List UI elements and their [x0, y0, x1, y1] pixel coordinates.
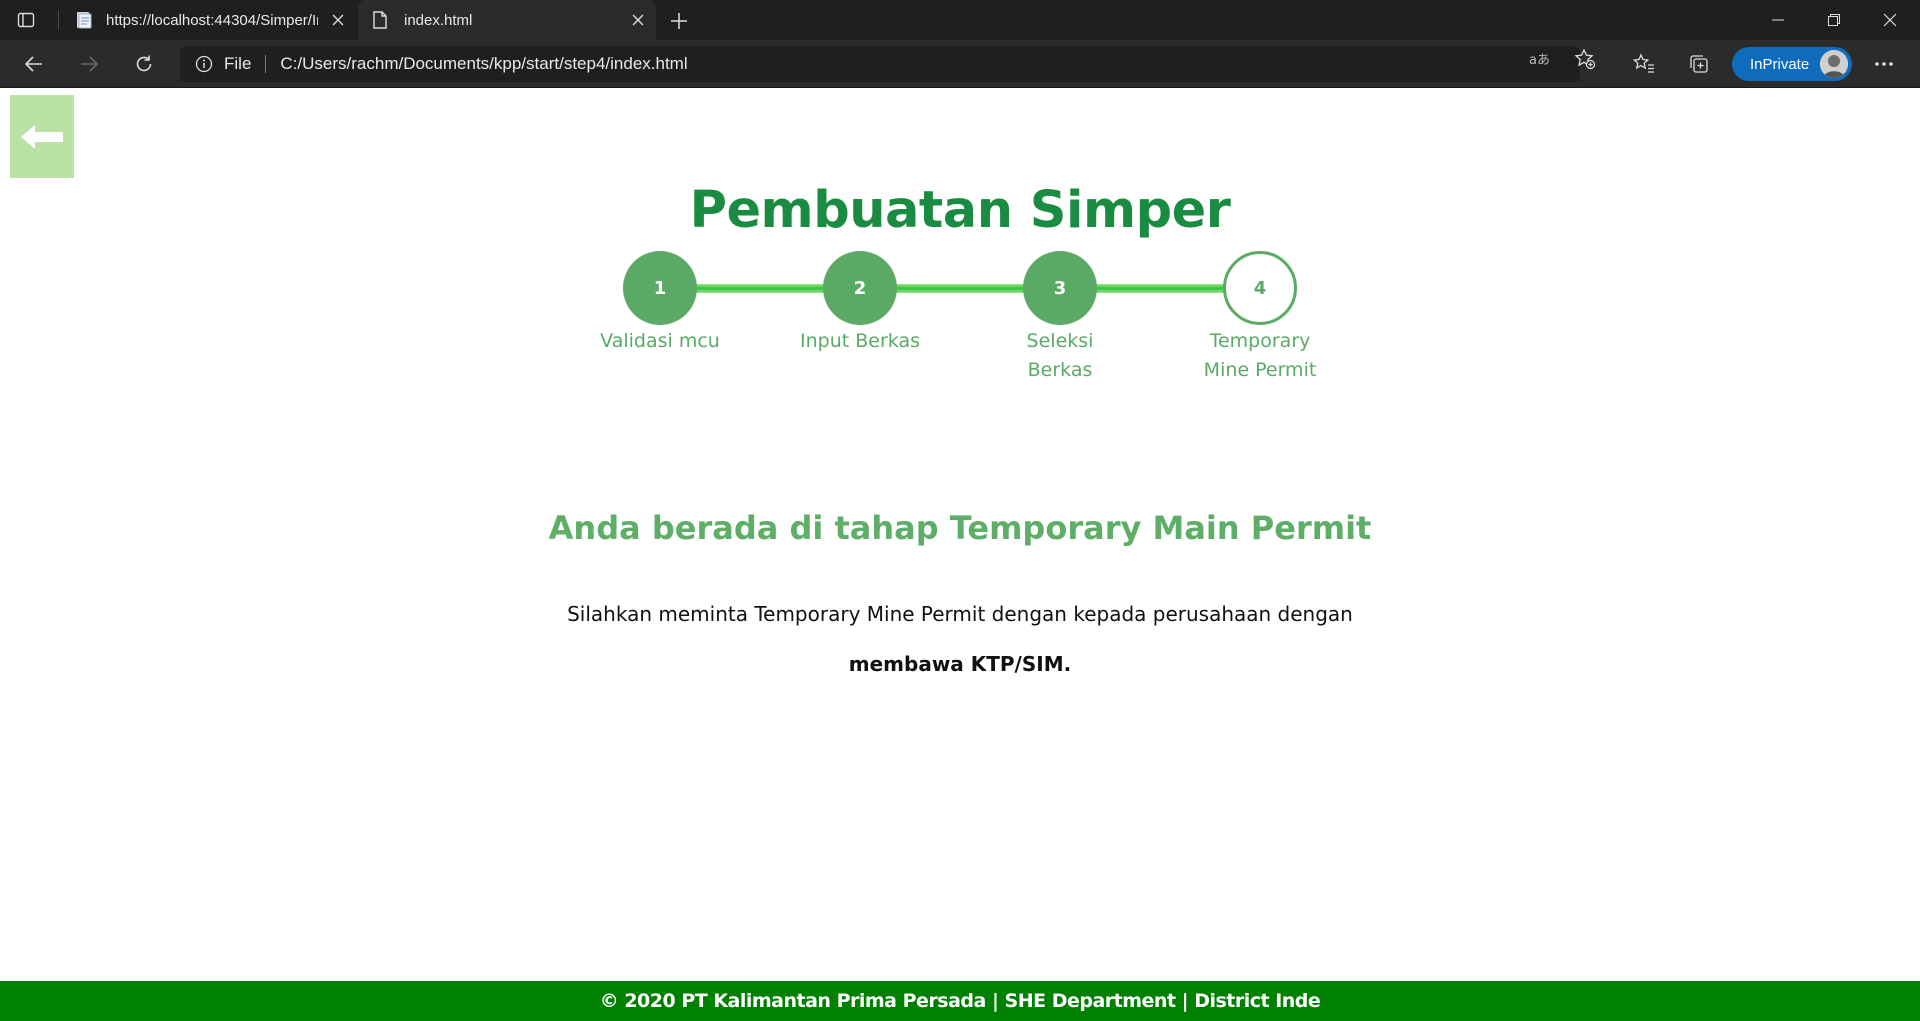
file-icon	[370, 10, 390, 30]
avatar	[1820, 50, 1848, 78]
step-3-label: Seleksi Berkas	[1026, 330, 1094, 381]
restore-icon[interactable]	[1806, 0, 1862, 40]
step-2-circle: 2	[823, 251, 897, 325]
more-options-icon[interactable]	[1870, 50, 1898, 78]
collections-icon[interactable]	[1685, 50, 1713, 78]
favorites-icon[interactable]	[1630, 50, 1658, 78]
inprivate-label: InPrivate	[1750, 55, 1810, 73]
step-2-label: Input Berkas	[800, 330, 920, 352]
browser-toolbar: File C:/Users/rachm/Documents/kpp/start/…	[0, 40, 1920, 88]
svg-text:aあ: aあ	[1529, 53, 1550, 68]
tab-index-html[interactable]: index.html	[358, 0, 656, 40]
tab-title: https://localhost:44304/Simper/Index	[106, 11, 318, 29]
footer-text: © 2020 PT Kalimantan Prima Persada | SHE…	[599, 990, 1321, 1012]
page-icon	[74, 10, 94, 30]
step-3-circle: 3	[1023, 251, 1097, 325]
close-icon[interactable]	[328, 10, 348, 30]
url-text[interactable]: C:/Users/rachm/Documents/kpp/start/step4…	[280, 54, 687, 74]
instruction-text: Silahkan meminta Temporary Mine Permit d…	[560, 589, 1360, 689]
back-arrow-icon[interactable]	[20, 50, 48, 78]
forward-arrow-icon[interactable]	[75, 50, 103, 78]
page-content: Pembuatan Simper 1 2 3 4 Validasi mcu In…	[0, 89, 1920, 1021]
page-footer: © 2020 PT Kalimantan Prima Persada | SHE…	[0, 981, 1920, 1021]
step-1-label: Validasi mcu	[600, 330, 720, 352]
close-window-icon[interactable]	[1862, 0, 1918, 40]
instruction-main: Silahkan meminta Temporary Mine Permit d…	[567, 602, 1353, 626]
step-connector	[895, 284, 1027, 293]
tab-actions-icon[interactable]	[14, 8, 38, 32]
tab-localhost[interactable]: https://localhost:44304/Simper/Index	[62, 0, 354, 40]
progress-stepper: 1 2 3 4 Validasi mcu Input Berkas Seleks…	[0, 89, 1920, 389]
inprivate-profile-button[interactable]: InPrivate	[1732, 47, 1852, 81]
refresh-icon[interactable]	[130, 50, 158, 78]
url-scheme-label: File	[224, 54, 252, 73]
stage-heading: Anda berada di tahap Temporary Main Perm…	[548, 509, 1372, 547]
address-bar[interactable]: File C:/Users/rachm/Documents/kpp/start/…	[180, 46, 1580, 82]
instruction-emphasis: membawa KTP/SIM.	[848, 652, 1072, 676]
step-1-circle: 1	[623, 251, 697, 325]
step-4-label: Temporary Mine Permit	[1203, 330, 1317, 381]
new-tab-button[interactable]	[666, 8, 692, 34]
step-connector	[1095, 284, 1227, 293]
info-icon[interactable]	[194, 54, 214, 74]
close-icon[interactable]	[628, 10, 648, 30]
step-connector	[695, 284, 827, 293]
minimize-icon[interactable]	[1750, 0, 1806, 40]
add-favorite-icon[interactable]	[1574, 48, 1596, 70]
browser-tab-bar: https://localhost:44304/Simper/Index ind…	[0, 0, 1920, 40]
tab-title: index.html	[404, 11, 473, 29]
url-divider	[265, 55, 267, 73]
tab-separator	[58, 10, 59, 30]
step-4-circle: 4	[1223, 251, 1297, 325]
read-aloud-icon[interactable]: aあ	[1528, 48, 1550, 70]
